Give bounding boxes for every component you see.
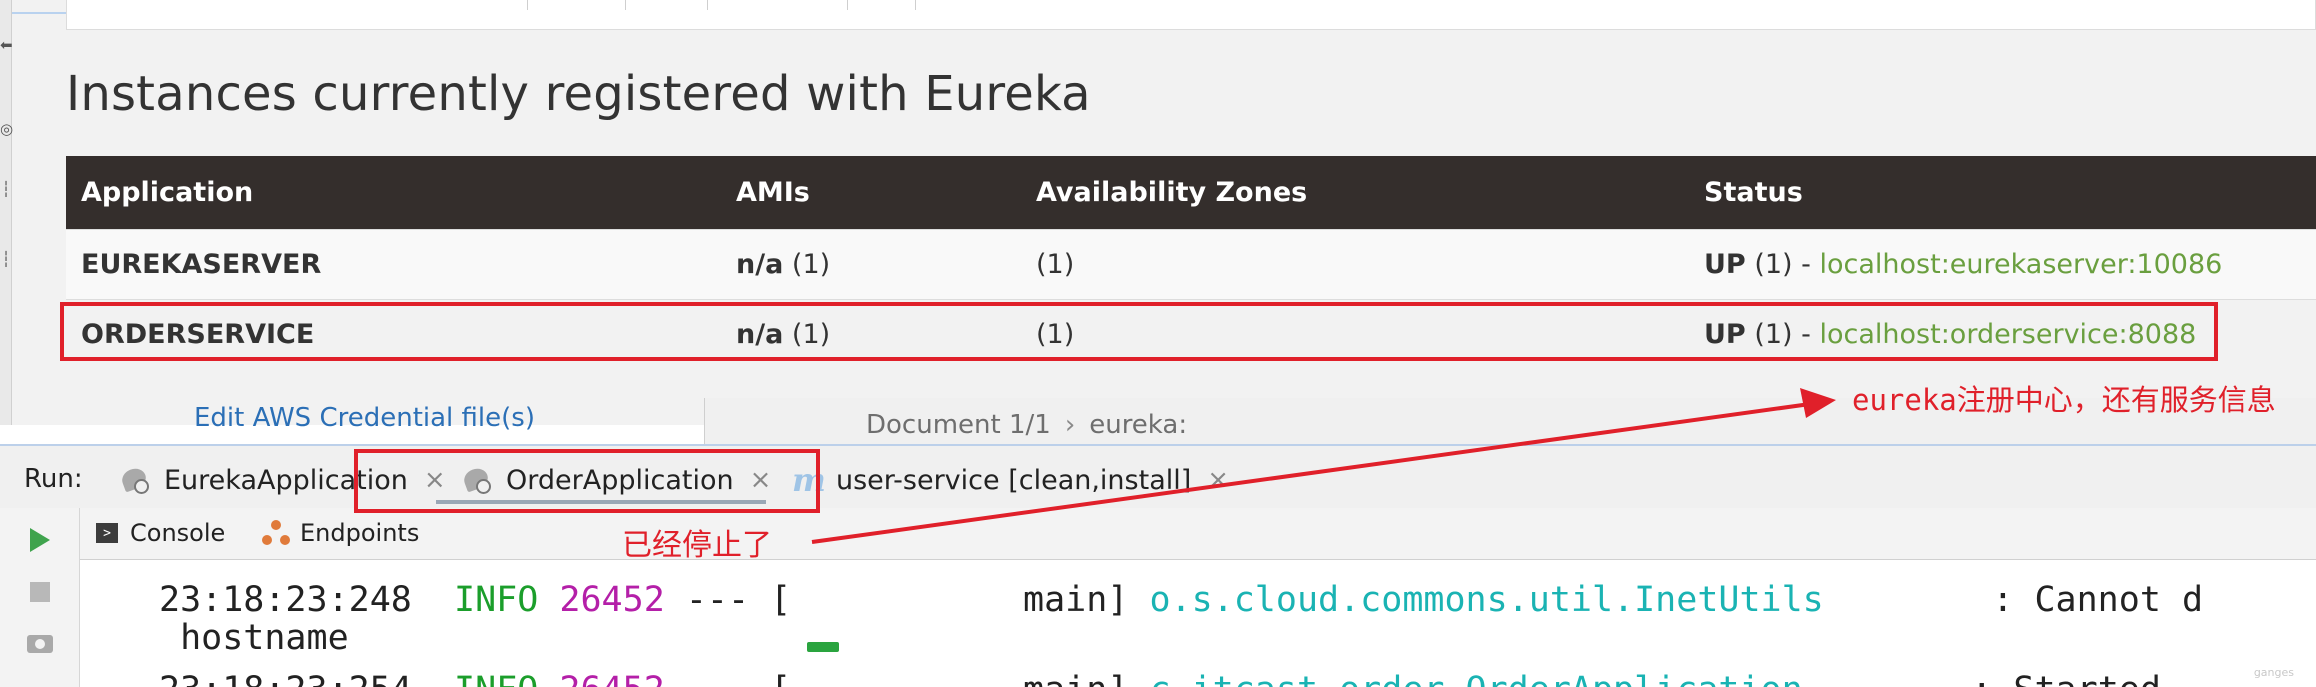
progress-indicator — [807, 642, 839, 652]
fingerprint-icon: ◎ — [0, 120, 14, 138]
spring-boot-icon — [119, 465, 152, 495]
instance-link[interactable]: localhost:eurekaserver:10086 — [1820, 249, 2223, 280]
run-label: Run: — [24, 464, 83, 494]
eureka-dashboard: ⬅ ◎ ┆ ┆ Instances currently registered w… — [0, 0, 2316, 425]
run-toolbar: ↑ ↓ — [0, 508, 110, 687]
stop-button[interactable] — [20, 572, 60, 612]
page-title: Instances currently registered with Eure… — [66, 66, 1091, 122]
log-line: 23:18:23:254 INFO 26452 --- [ main] c.it… — [159, 670, 2161, 687]
rerun-button[interactable] — [20, 520, 60, 560]
annotation-stopped-note: 已经停止了 — [622, 528, 772, 563]
highlight-box-order-tab — [354, 449, 820, 513]
table-row: EUREKASERVER n/a (1) (1) UP (1) - localh… — [66, 228, 2316, 299]
tab-console[interactable]: > Console — [96, 518, 225, 548]
gutter-mark-icon: ┆ — [1, 250, 11, 268]
close-icon[interactable]: × — [1207, 465, 1229, 495]
console-output[interactable]: 23:18:23:248 INFO 26452 --- [ main] o.s.… — [81, 560, 2316, 687]
log-line: 23:18:23:248 INFO 26452 --- [ main] o.s.… — [159, 580, 2204, 620]
edit-aws-credentials-link[interactable]: Edit AWS Credential file(s) — [194, 403, 535, 433]
breadcrumb-node[interactable]: eureka: — [1089, 410, 1187, 440]
camera-icon — [27, 635, 53, 653]
cell-zones: (1) — [1021, 228, 1689, 299]
watermark: ganges — [2253, 666, 2294, 679]
col-status: Status — [1704, 176, 1803, 208]
log-line: hostname — [159, 618, 349, 658]
highlight-box-orderservice — [60, 302, 2218, 361]
cell-status: UP (1) - localhost:eurekaserver:10086 — [1689, 228, 2316, 299]
stop-icon — [30, 582, 50, 602]
top-navbar-fragment — [66, 0, 2316, 30]
breadcrumb-document[interactable]: Document 1/1 — [866, 410, 1051, 440]
gutter-mark-icon: ┆ — [1, 180, 11, 198]
col-application: Application — [81, 176, 254, 208]
play-icon — [30, 528, 50, 552]
col-amis: AMIs — [736, 176, 810, 208]
tab-user-service-maven[interactable]: m user-service [clean,install] × — [792, 456, 1229, 504]
cell-amis: n/a (1) — [721, 228, 1021, 299]
chevron-right-icon: › — [1064, 410, 1076, 440]
side-gutter: ⬅ ◎ ┆ ┆ — [0, 0, 14, 425]
cell-application: EUREKASERVER — [66, 228, 721, 299]
console-icon: > — [96, 523, 118, 543]
endpoints-icon — [262, 520, 290, 546]
breadcrumb: Document 1/1 › eureka: — [866, 410, 1187, 440]
tab-endpoints[interactable]: Endpoints — [262, 518, 419, 548]
col-availability-zones: Availability Zones — [1036, 176, 1308, 208]
table-header-row: Application AMIs Availability Zones Stat… — [66, 156, 2316, 229]
arrow-icon: ⬅ — [0, 36, 13, 54]
snapshot-button[interactable] — [20, 624, 60, 664]
annotation-registry-note: eureka注册中心，还有服务信息 — [1852, 383, 2276, 417]
